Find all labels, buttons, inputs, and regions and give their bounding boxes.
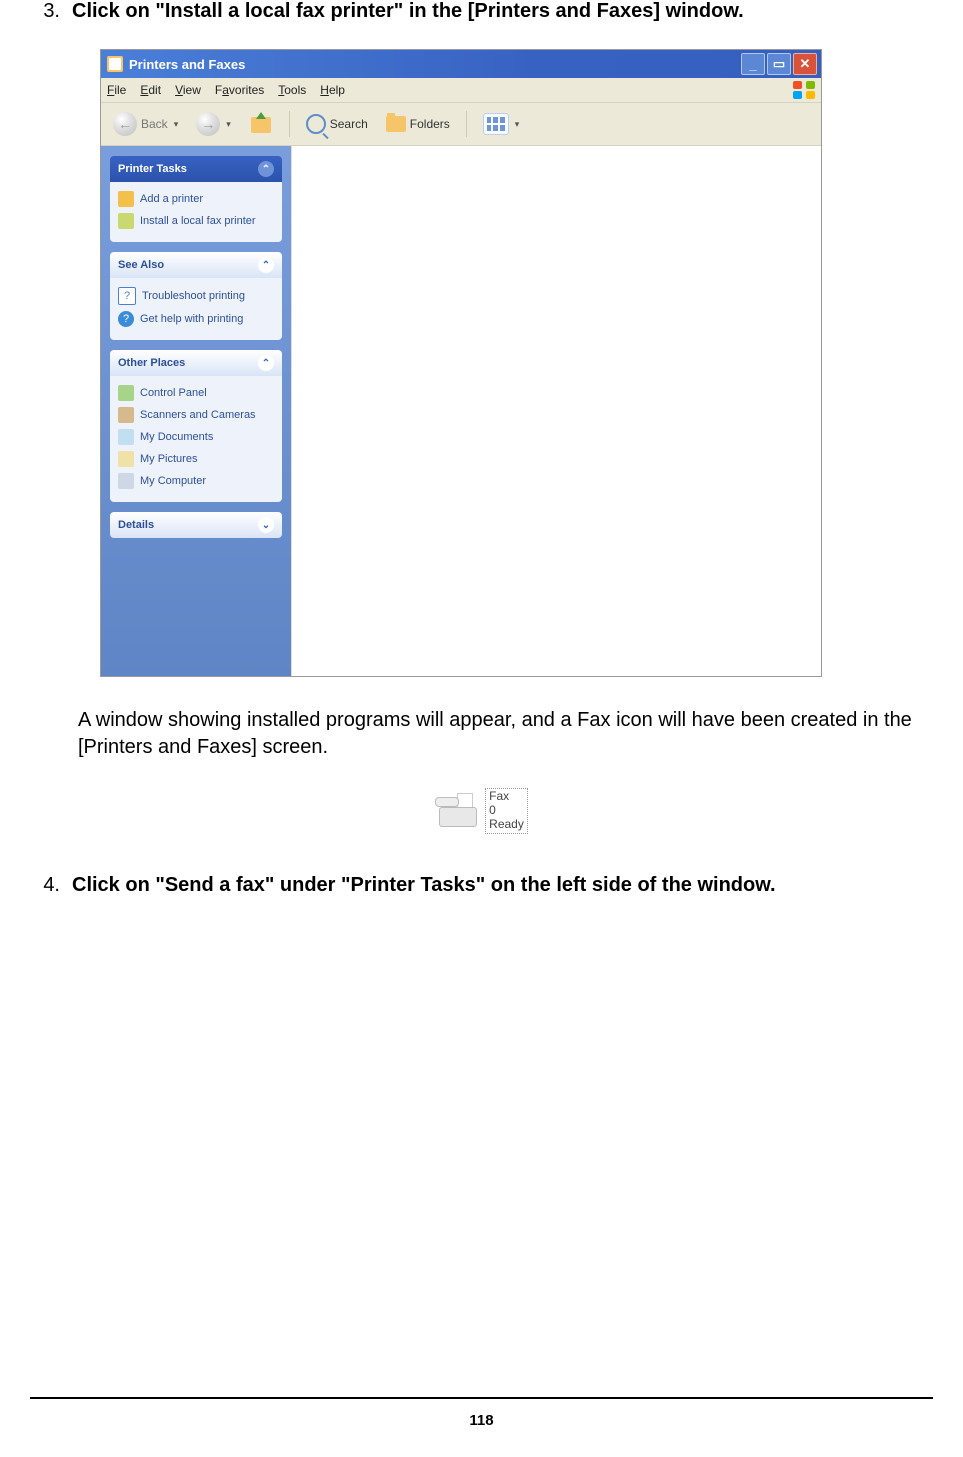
sidebar-label-get-help: Get help with printing	[140, 313, 243, 325]
toolbar: ← Back ▾ → ▾ Search Folder	[101, 103, 821, 146]
forward-arrow-icon: →	[196, 112, 220, 136]
forward-dropdown-icon: ▾	[226, 119, 231, 130]
panel-see-also: See Also ⌃ ? Troubleshoot printing ? Get…	[110, 252, 282, 340]
views-button[interactable]: ▾	[477, 110, 526, 138]
menu-edit[interactable]: Edit	[140, 83, 161, 97]
sidebar: Printer Tasks ⌃ Add a printer Install a …	[101, 146, 291, 676]
window-body: Printer Tasks ⌃ Add a printer Install a …	[101, 146, 821, 676]
sidebar-label-install-fax: Install a local fax printer	[140, 215, 256, 227]
menu-tools[interactable]: Tools	[278, 83, 306, 97]
documents-icon	[118, 429, 134, 445]
step-3-number: 3.	[30, 0, 60, 23]
result-note: A window showing installed programs will…	[78, 707, 933, 760]
panel-title-details: Details	[118, 519, 154, 531]
sidebar-label-control-panel: Control Panel	[140, 387, 207, 399]
menubar: File Edit View Favorites Tools Help	[101, 78, 821, 103]
help-question-icon: ?	[118, 287, 136, 305]
back-button[interactable]: ← Back ▾	[107, 109, 184, 139]
panel-title-see-also: See Also	[118, 259, 164, 271]
sidebar-item-scanners[interactable]: Scanners and Cameras	[118, 404, 274, 426]
search-icon	[306, 114, 326, 134]
back-dropdown-icon: ▾	[174, 119, 179, 130]
folders-button[interactable]: Folders	[380, 113, 456, 135]
sidebar-label-my-pictures: My Pictures	[140, 453, 197, 465]
panel-title-other-places: Other Places	[118, 357, 185, 369]
windows-logo-icon	[793, 81, 815, 99]
chevron-up-icon: ⌃	[258, 161, 274, 177]
panel-title-printer-tasks: Printer Tasks	[118, 163, 187, 175]
window-title: Printers and Faxes	[129, 57, 741, 72]
content-area	[291, 146, 821, 676]
sidebar-item-troubleshoot[interactable]: ? Troubleshoot printing	[118, 284, 274, 308]
sidebar-item-add-printer[interactable]: Add a printer	[118, 188, 274, 210]
control-panel-icon	[118, 385, 134, 401]
step-4-number: 4.	[30, 874, 60, 897]
chevron-down-icon: ⌄	[258, 517, 274, 533]
window-titlebar: Printers and Faxes _ ▭ ✕	[101, 50, 821, 78]
minimize-button[interactable]: _	[741, 53, 765, 75]
views-dropdown-icon: ▾	[515, 119, 520, 130]
step-3: 3. Click on "Install a local fax printer…	[30, 0, 933, 23]
menu-favorites[interactable]: Favorites	[215, 83, 264, 97]
sidebar-label-my-documents: My Documents	[140, 431, 213, 443]
footer-divider	[30, 1397, 933, 1399]
sidebar-item-control-panel[interactable]: Control Panel	[118, 382, 274, 404]
sidebar-item-my-pictures[interactable]: My Pictures	[118, 448, 274, 470]
menu-help[interactable]: Help	[320, 83, 345, 97]
page-number: 118	[0, 1412, 963, 1429]
step-4-text: Click on "Send a fax" under "Printer Tas…	[72, 874, 933, 897]
xp-window: Printers and Faxes _ ▭ ✕ File Edit View …	[100, 49, 822, 677]
panel-header-printer-tasks[interactable]: Printer Tasks ⌃	[110, 156, 282, 182]
printer-icon	[118, 191, 134, 207]
sidebar-label-my-computer: My Computer	[140, 475, 206, 487]
step-4: 4. Click on "Send a fax" under "Printer …	[30, 874, 933, 897]
chevron-up-icon: ⌃	[258, 257, 274, 273]
fax-device-icon	[435, 793, 479, 829]
menu-file[interactable]: File	[107, 83, 126, 97]
screenshot-printers-and-faxes: Printers and Faxes _ ▭ ✕ File Edit View …	[100, 49, 933, 677]
fax-icon-line2: 0	[489, 804, 524, 818]
panel-details: Details ⌄	[110, 512, 282, 538]
toolbar-separator-2	[466, 111, 467, 137]
up-button[interactable]	[243, 110, 279, 138]
back-arrow-icon: ←	[113, 112, 137, 136]
step-3-text: Click on "Install a local fax printer" i…	[72, 0, 933, 23]
sidebar-label-troubleshoot: Troubleshoot printing	[142, 290, 245, 302]
fax-icon-block: Fax 0 Ready	[30, 788, 933, 833]
window-title-icon	[107, 56, 123, 72]
toolbar-separator	[289, 111, 290, 137]
panel-other-places: Other Places ⌃ Control Panel Scanners an…	[110, 350, 282, 502]
fax-icon-name: Fax	[489, 790, 524, 804]
sidebar-label-scanners: Scanners and Cameras	[140, 409, 256, 421]
panel-header-see-also[interactable]: See Also ⌃	[110, 252, 282, 278]
menu-view[interactable]: View	[175, 83, 201, 97]
help-info-icon: ?	[118, 311, 134, 327]
chevron-up-icon: ⌃	[258, 355, 274, 371]
folders-label: Folders	[410, 117, 450, 131]
close-button[interactable]: ✕	[793, 53, 817, 75]
sidebar-label-add-printer: Add a printer	[140, 193, 203, 205]
fax-icon-status: Ready	[489, 818, 524, 832]
up-folder-icon	[249, 113, 273, 135]
pictures-icon	[118, 451, 134, 467]
back-label: Back	[141, 117, 168, 131]
maximize-button[interactable]: ▭	[767, 53, 791, 75]
sidebar-item-install-fax[interactable]: Install a local fax printer	[118, 210, 274, 232]
panel-printer-tasks: Printer Tasks ⌃ Add a printer Install a …	[110, 156, 282, 242]
sidebar-item-my-documents[interactable]: My Documents	[118, 426, 274, 448]
scanner-icon	[118, 407, 134, 423]
views-icon	[483, 113, 509, 135]
sidebar-item-my-computer[interactable]: My Computer	[118, 470, 274, 492]
forward-button[interactable]: → ▾	[190, 109, 237, 139]
search-button[interactable]: Search	[300, 111, 374, 137]
fax-icon-label: Fax 0 Ready	[485, 788, 528, 833]
search-label: Search	[330, 117, 368, 131]
sidebar-item-get-help[interactable]: ? Get help with printing	[118, 308, 274, 330]
computer-icon	[118, 473, 134, 489]
panel-header-details[interactable]: Details ⌄	[110, 512, 282, 538]
folders-icon	[386, 116, 406, 132]
panel-header-other-places[interactable]: Other Places ⌃	[110, 350, 282, 376]
fax-printer-icon	[118, 213, 134, 229]
